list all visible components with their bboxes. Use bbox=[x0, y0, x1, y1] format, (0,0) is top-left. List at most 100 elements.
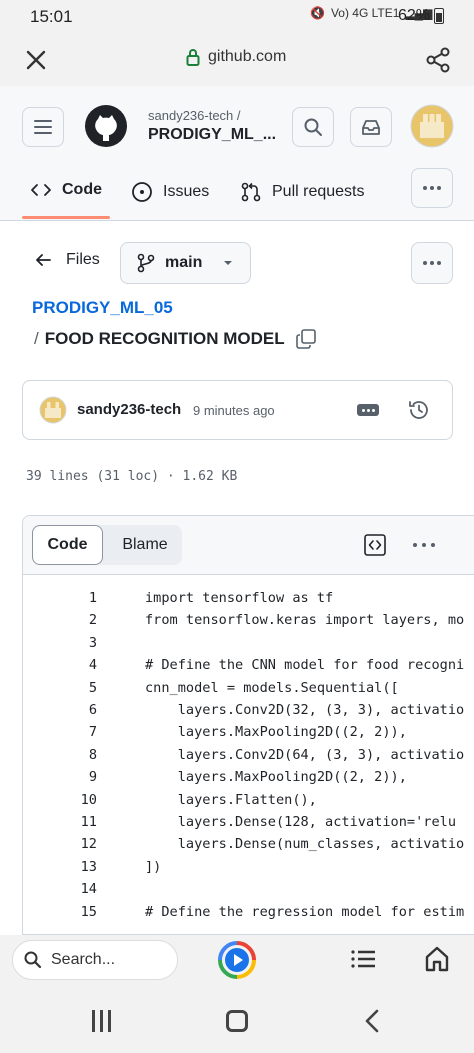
line-content: layers.Conv2D(32, (3, 3), activatio bbox=[145, 702, 465, 718]
arrow-left-icon bbox=[36, 254, 51, 266]
files-label: Files bbox=[66, 251, 100, 268]
tab-pull-requests-label: Pull requests bbox=[272, 183, 365, 200]
blame-view-button[interactable]: Blame bbox=[108, 525, 182, 565]
active-tab-indicator bbox=[22, 216, 110, 219]
line-content: layers.Conv2D(64, (3, 3), activatio bbox=[145, 746, 465, 763]
copy-icon[interactable] bbox=[295, 328, 317, 350]
search-icon bbox=[304, 118, 322, 136]
branch-icon bbox=[137, 253, 155, 273]
line-content: import tensorflow as tf bbox=[145, 590, 334, 606]
url-bar[interactable]: github.com bbox=[186, 48, 286, 66]
status-time: 15:01 bbox=[30, 7, 73, 26]
code-panel: Code Blame 1 import tensorflow as tf 2 from… bbox=[22, 515, 474, 935]
network-label: Vo) 4G LTE1 bbox=[330, 6, 400, 20]
code-line: 10 layers.Flatten(), bbox=[23, 792, 474, 814]
battery-icon bbox=[434, 8, 445, 24]
kebab-horizontal-icon bbox=[423, 186, 441, 190]
hamburger-icon bbox=[34, 120, 52, 134]
code-line: 11 layers.Dense(128, activation='relu bbox=[23, 814, 474, 836]
kebab-horizontal-icon[interactable] bbox=[410, 533, 438, 557]
line-content: # Define the CNN model for food recogni bbox=[145, 657, 465, 674]
search-icon bbox=[24, 951, 42, 969]
kebab-horizontal-icon bbox=[423, 261, 441, 265]
code-line: 12 layers.Dense(num_classes, activatio bbox=[23, 836, 474, 858]
system-home-icon[interactable] bbox=[226, 1010, 248, 1032]
recent-apps-icon[interactable] bbox=[92, 1010, 116, 1032]
user-avatar[interactable] bbox=[410, 104, 454, 148]
code-line: 15 # Define the regression model for esti… bbox=[23, 904, 474, 926]
lock-icon bbox=[186, 49, 200, 66]
line-number[interactable]: 8 bbox=[23, 747, 97, 763]
search-button[interactable] bbox=[292, 107, 334, 147]
line-number[interactable]: 13 bbox=[23, 859, 97, 875]
repo-header: sandy236-tech / PRODIGY_ML_... Code Issu… bbox=[0, 86, 474, 221]
history-icon[interactable] bbox=[407, 398, 431, 422]
tab-issues[interactable]: Issues bbox=[131, 181, 209, 203]
view-mode-toggle: Code Blame bbox=[32, 525, 182, 565]
file-name: FOOD RECOGNITION MODEL bbox=[44, 329, 285, 348]
line-content: layers.Flatten(), bbox=[145, 791, 317, 808]
branch-selector[interactable]: main bbox=[120, 242, 251, 284]
menu-button[interactable] bbox=[22, 107, 64, 147]
tab-pull-requests[interactable]: Pull requests bbox=[240, 181, 365, 203]
line-number[interactable]: 11 bbox=[23, 814, 97, 830]
file-stats: 39 lines (31 loc) · 1.62 KB bbox=[26, 469, 238, 484]
files-back-link[interactable]: Files bbox=[34, 251, 100, 269]
code-line: 7 layers.MaxPooling2D((2, 2)), bbox=[23, 724, 474, 746]
code-line: 9 layers.MaxPooling2D((2, 2)), bbox=[23, 769, 474, 791]
code-line: 6 layers.Conv2D(32, (3, 3), activatio bbox=[23, 702, 474, 724]
code-line: 13]) bbox=[23, 859, 474, 881]
branch-name: main bbox=[165, 254, 203, 271]
line-content: ]) bbox=[145, 858, 162, 875]
line-number[interactable]: 15 bbox=[23, 904, 97, 920]
system-back-icon[interactable] bbox=[362, 1008, 382, 1034]
share-icon[interactable] bbox=[424, 46, 452, 74]
home-icon[interactable] bbox=[424, 945, 450, 973]
code-icon bbox=[31, 184, 51, 196]
code-line: 3 bbox=[23, 635, 474, 657]
file-actions-button[interactable] bbox=[411, 242, 453, 284]
line-number[interactable]: 4 bbox=[23, 657, 97, 673]
inbox-button[interactable] bbox=[350, 107, 392, 147]
status-bar: 15:01 🔇 Vo) 4G LTE1 ▂▄▆ 62% bbox=[0, 0, 474, 34]
breadcrumb-repo-link[interactable]: PRODIGY_ML_05 bbox=[32, 298, 173, 318]
line-number[interactable]: 2 bbox=[23, 612, 97, 628]
commit-author-avatar[interactable] bbox=[39, 396, 67, 424]
list-icon[interactable] bbox=[350, 948, 376, 970]
latest-commit-box: sandy236-tech 9 minutes ago bbox=[22, 380, 453, 440]
line-number[interactable]: 10 bbox=[23, 792, 97, 808]
browser-search-placeholder: Search... bbox=[51, 951, 116, 968]
more-tabs-button[interactable] bbox=[411, 168, 453, 208]
commit-message-toggle-icon[interactable] bbox=[357, 404, 379, 416]
line-number[interactable]: 5 bbox=[23, 680, 97, 696]
line-number[interactable]: 1 bbox=[23, 590, 97, 606]
code-square-icon[interactable] bbox=[363, 533, 387, 557]
repo-owner[interactable]: sandy236-tech / bbox=[148, 108, 241, 123]
close-icon[interactable] bbox=[22, 46, 50, 74]
github-logo-icon[interactable] bbox=[84, 104, 128, 148]
code-line: 8 layers.Conv2D(64, (3, 3), activatio bbox=[23, 747, 474, 769]
browser-bottom-toolbar: Search... bbox=[0, 935, 474, 990]
breadcrumb-file: / FOOD RECOGNITION MODEL bbox=[34, 328, 317, 350]
line-number[interactable]: 9 bbox=[23, 769, 97, 785]
tab-code[interactable]: Code bbox=[30, 181, 102, 199]
code-line: 14 bbox=[23, 881, 474, 903]
assistant-play-icon[interactable] bbox=[217, 940, 257, 980]
line-number[interactable]: 14 bbox=[23, 881, 97, 897]
line-number[interactable]: 3 bbox=[23, 635, 97, 651]
line-number[interactable]: 6 bbox=[23, 702, 97, 718]
code-view-button[interactable]: Code bbox=[32, 525, 103, 565]
commit-time: 9 minutes ago bbox=[193, 403, 275, 418]
inbox-icon bbox=[362, 120, 380, 135]
commit-author[interactable]: sandy236-tech bbox=[77, 401, 181, 418]
line-number[interactable]: 12 bbox=[23, 836, 97, 852]
line-number[interactable]: 7 bbox=[23, 724, 97, 740]
code-line: 2 from tensorflow.keras import layers, mo bbox=[23, 612, 474, 634]
url-text: github.com bbox=[208, 48, 287, 65]
line-content: # Define the regression model for estim bbox=[145, 903, 465, 920]
repo-name[interactable]: PRODIGY_ML_... bbox=[148, 126, 276, 144]
battery-indicator: 62% bbox=[398, 7, 445, 25]
browser-search-box[interactable]: Search... bbox=[12, 940, 178, 980]
code-line: 5 cnn_model = models.Sequential([ bbox=[23, 680, 474, 702]
issue-icon bbox=[132, 182, 152, 202]
